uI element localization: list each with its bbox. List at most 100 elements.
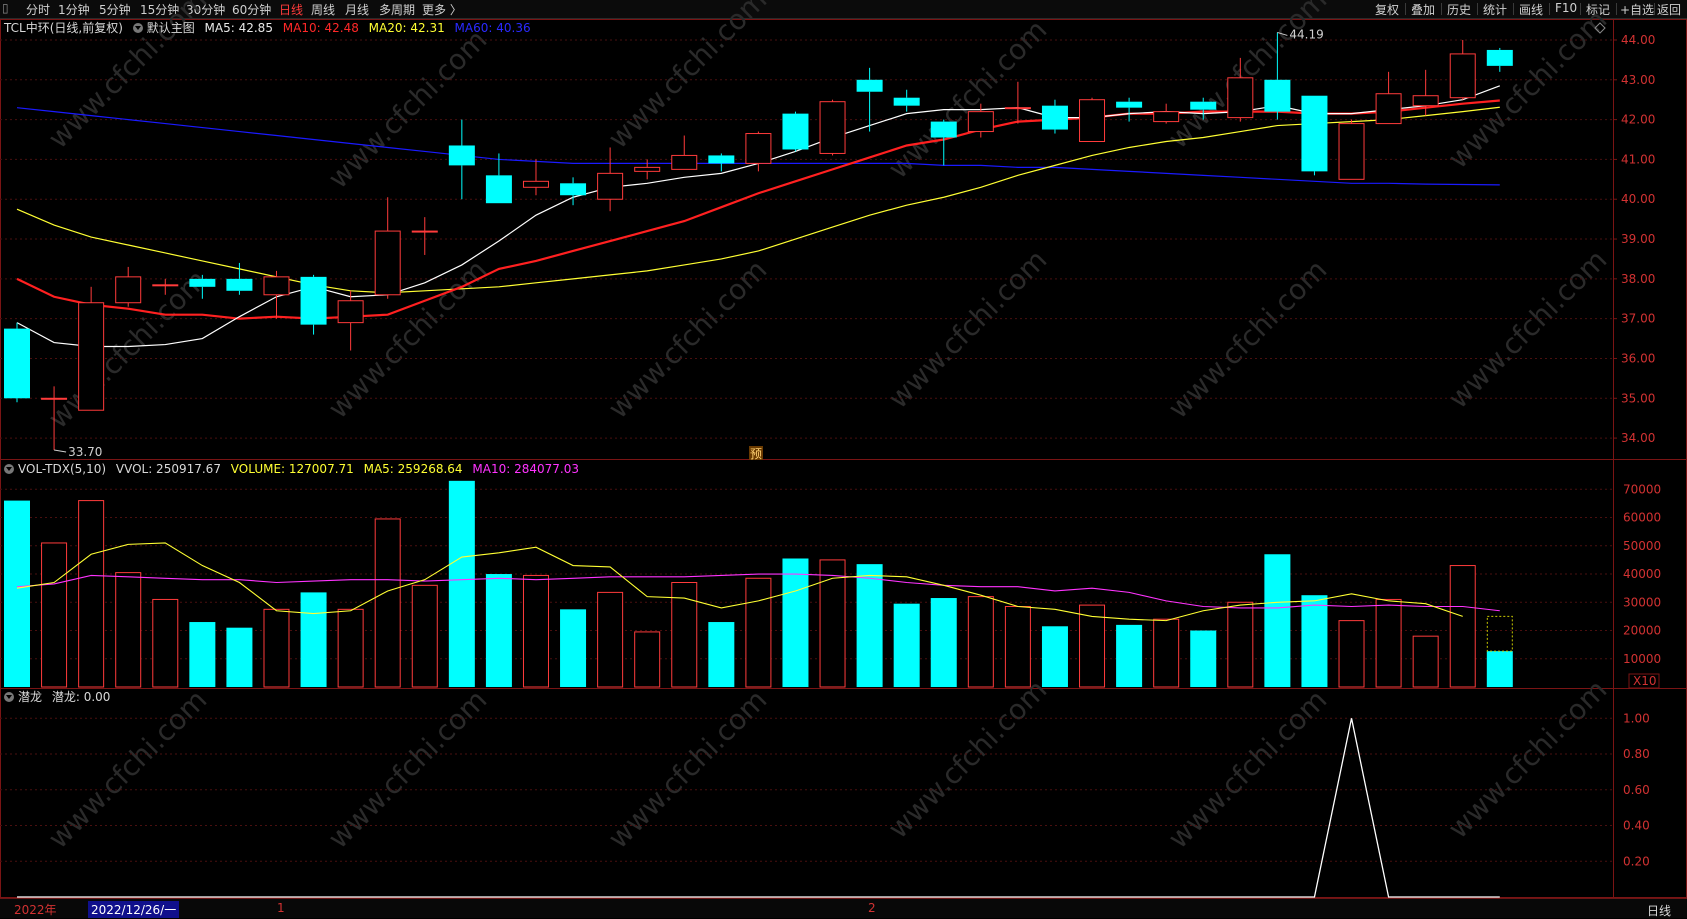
volume-bar xyxy=(189,622,216,687)
volume-bar xyxy=(522,574,549,688)
volume-bar xyxy=(1264,554,1291,687)
vol-ma10-value: MA10: 284077.03 xyxy=(472,462,579,476)
indicator-tick-label: 0.80 xyxy=(1623,747,1650,761)
template-label: 默认主图 xyxy=(146,21,195,35)
candle-body xyxy=(411,230,438,233)
volume-bar xyxy=(967,596,994,688)
volume-tick-label: 40000 xyxy=(1623,567,1661,581)
candle-body xyxy=(1116,101,1143,108)
candle-body xyxy=(1412,95,1439,107)
candle-body xyxy=(522,180,549,188)
vol-ma5-value: MA5: 259268.64 xyxy=(363,462,463,476)
year-label: 2022年 xyxy=(14,903,57,917)
low-marker xyxy=(53,449,67,453)
volume-bar xyxy=(1190,630,1217,687)
stock-title: TCL中环(日线,前复权) xyxy=(4,21,123,35)
candle-body xyxy=(1227,77,1254,119)
vol-indicator-name[interactable]: VOL-TDX(5,10) xyxy=(18,462,106,476)
candle-body xyxy=(1264,79,1291,112)
volume-bar xyxy=(41,542,68,688)
candle-body xyxy=(819,101,846,154)
indicator-tick-label: 1.00 xyxy=(1623,711,1650,725)
volume-legend: VOL-TDX(5,10) VVOL: 250917.67 VOLUME: 12… xyxy=(4,461,585,477)
volume-bar xyxy=(300,592,327,687)
volume-bar xyxy=(115,572,142,688)
indicator-name[interactable]: 潜龙 xyxy=(18,690,42,704)
dropdown-icon[interactable] xyxy=(4,692,14,702)
main-legend: TCL中环(日线,前复权) 默认主图 MA5: 42.85 MA10: 42.4… xyxy=(4,20,537,36)
candle-body xyxy=(560,183,587,196)
price-tick-label: 42.00 xyxy=(1621,113,1655,127)
volume-bar xyxy=(263,608,290,688)
watermark-text: www.cfchi.com xyxy=(1442,673,1614,845)
watermark-text: www.cfchi.com xyxy=(1162,253,1334,425)
candle-body xyxy=(300,276,327,325)
watermark-text: www.cfchi.com xyxy=(602,683,774,855)
candle-body xyxy=(1041,105,1068,130)
month-label-2: 2 xyxy=(868,901,876,915)
price-tick-label: 43.00 xyxy=(1621,73,1655,87)
candle-body xyxy=(1375,93,1402,125)
candle-body xyxy=(152,284,179,287)
volume-bar xyxy=(1301,595,1328,687)
volume-bar xyxy=(337,608,364,688)
indicator-legend: 潜龙 潜龙: 0.00 xyxy=(4,689,116,705)
volume-bar xyxy=(374,518,401,688)
period-badge: 日线 xyxy=(1647,904,1672,918)
candle-body xyxy=(782,113,809,150)
candle-body xyxy=(708,155,735,164)
month-label-1: 1 xyxy=(277,901,285,915)
volume-tick-label: 10000 xyxy=(1623,652,1661,666)
candle-body xyxy=(893,97,920,106)
ma10-value: MA10: 42.48 xyxy=(282,21,359,35)
candle-body xyxy=(1153,111,1180,123)
ma5-value: MA5: 42.85 xyxy=(204,21,273,35)
candle-body xyxy=(337,300,364,324)
volume-bar xyxy=(1227,601,1254,688)
candle-body xyxy=(597,172,624,200)
candle-body xyxy=(1004,107,1031,110)
high-label: 44.19 xyxy=(1289,27,1323,41)
price-tick-label: 40.00 xyxy=(1621,192,1655,206)
volume-bar xyxy=(597,591,624,688)
volume-value: VOLUME: 127007.71 xyxy=(230,462,354,476)
candle-body xyxy=(745,133,772,164)
candle-body xyxy=(374,230,401,296)
ma20-value: MA20: 42.31 xyxy=(368,21,445,35)
volume-unit-label: X10 xyxy=(1633,674,1657,688)
price-tick-label: 44.00 xyxy=(1621,33,1655,47)
kline-chart[interactable]: www.cfchi.com www.cfchi.com www.cfchi.com w… xyxy=(0,0,1687,917)
volume-bar xyxy=(930,598,957,687)
watermark-text: www.cfchi.com xyxy=(882,673,1054,845)
volume-bar xyxy=(893,603,920,687)
volume-bar xyxy=(782,558,809,687)
candle-body xyxy=(1449,53,1476,99)
volume-bar xyxy=(152,598,179,688)
candle-body xyxy=(856,79,883,92)
candle-body xyxy=(189,278,216,287)
indicator-tick-label: 0.60 xyxy=(1623,783,1650,797)
price-tick-label: 34.00 xyxy=(1621,431,1655,445)
candle-body xyxy=(671,154,698,170)
volume-bar xyxy=(226,627,253,687)
dropdown-icon[interactable] xyxy=(4,464,14,474)
volume-bar xyxy=(1375,598,1402,688)
vvol-value: VVOL: 250917.67 xyxy=(115,462,221,476)
volume-bar xyxy=(411,584,438,688)
watermark-text: www.cfchi.com xyxy=(1442,243,1614,415)
volume-bar xyxy=(1338,620,1365,688)
watermark-text: www.cfchi.com xyxy=(322,23,494,195)
price-tick-label: 35.00 xyxy=(1621,391,1655,405)
volume-bar xyxy=(4,500,30,687)
watermark-text: www.cfchi.com xyxy=(882,243,1054,415)
volume-bar xyxy=(819,559,846,688)
candle-body xyxy=(41,397,68,400)
volume-tick-label: 50000 xyxy=(1623,539,1661,553)
volume-tick-label: 70000 xyxy=(1623,482,1661,496)
candle-body xyxy=(115,276,142,304)
low-label: 33.70 xyxy=(68,445,102,459)
template-select[interactable]: 默认主图 xyxy=(132,21,195,35)
volume-bar xyxy=(708,622,735,687)
candle-body xyxy=(967,111,994,133)
candle-body xyxy=(1486,49,1513,66)
